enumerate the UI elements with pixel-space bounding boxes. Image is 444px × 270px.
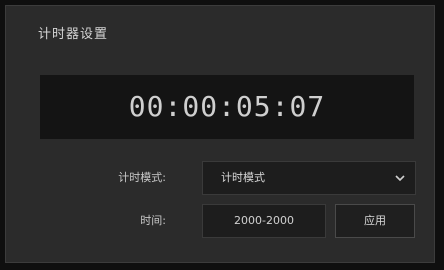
time-label: 时间: — [140, 214, 166, 227]
panel-title: 计时器设置 — [38, 27, 109, 42]
apply-button[interactable]: 应用 — [335, 204, 415, 238]
mode-selected-value: 计时模式 — [221, 171, 265, 184]
timer-value: 00:00:05:07 — [128, 90, 326, 123]
chevron-down-icon — [395, 175, 405, 182]
mode-select[interactable]: 计时模式 — [202, 161, 416, 195]
mode-label: 计时模式: — [118, 171, 166, 184]
timer-display: 00:00:05:07 — [40, 75, 414, 139]
time-input[interactable]: 2000-2000 — [202, 204, 326, 238]
timer-settings-panel: 计时器设置 00:00:05:07 计时模式: 计时模式 时间: 2000-20… — [5, 5, 435, 263]
